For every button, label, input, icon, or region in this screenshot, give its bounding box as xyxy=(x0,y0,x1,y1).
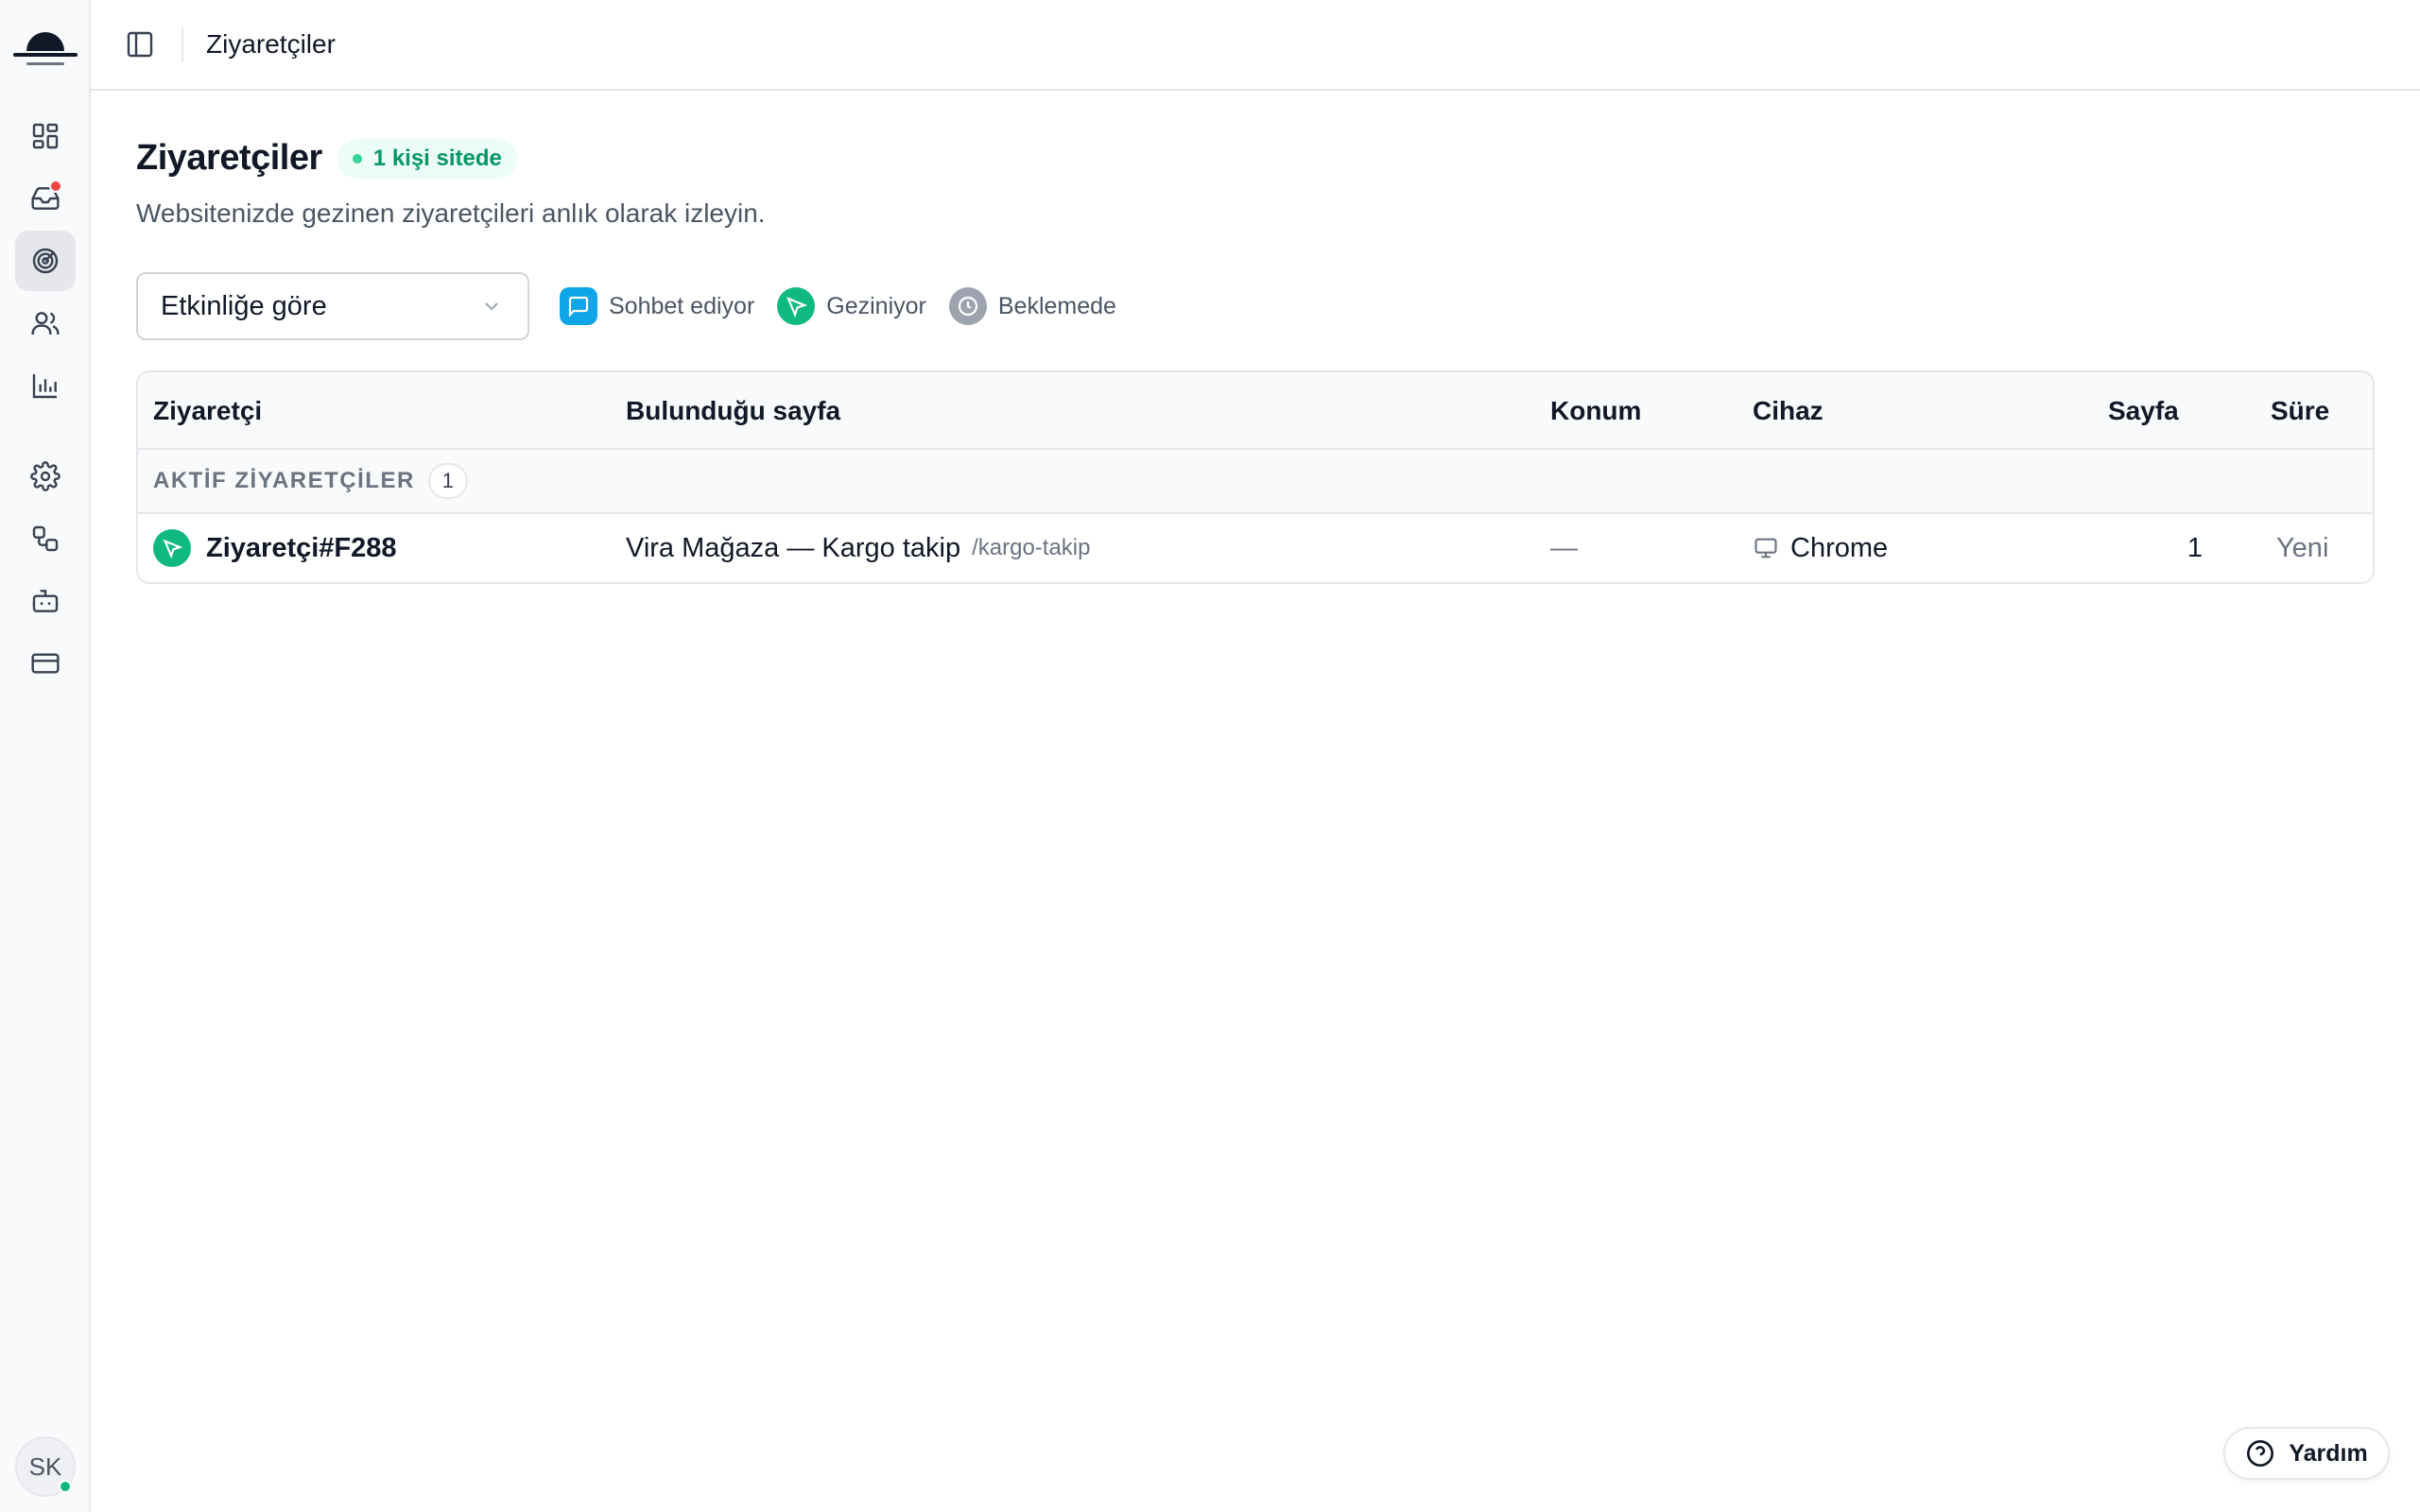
legend-browsing: Geziniyor xyxy=(777,287,926,325)
grid-icon xyxy=(32,123,59,149)
live-visitors-badge: 1 kişi sitede xyxy=(337,138,517,179)
live-badge-label: 1 kişi sitede xyxy=(372,145,502,171)
sort-select-value: Etkinliğe göre xyxy=(161,290,327,321)
nav-integrations[interactable] xyxy=(15,508,76,569)
sort-select[interactable]: Etkinliğe göre xyxy=(136,272,529,340)
live-dot xyxy=(352,153,362,163)
avatar-initials: SK xyxy=(28,1452,62,1481)
column-header-duration[interactable]: Süre xyxy=(2271,372,2329,450)
legend-chatting: Sohbet ediyor xyxy=(560,287,754,325)
device-cell: Chrome xyxy=(1753,514,1888,582)
monitor-icon xyxy=(1754,538,1777,558)
cursor-icon xyxy=(153,529,191,567)
visitors-table: Ziyaretçi Bulunduğu sayfa Konum Cihaz Sa… xyxy=(136,370,2375,584)
device-browser: Chrome xyxy=(1790,532,1889,563)
help-label: Yardım xyxy=(2289,1439,2368,1467)
duration-cell: Yeni xyxy=(2276,532,2329,563)
location-cell: — xyxy=(1550,532,1578,563)
bar-chart-icon xyxy=(32,374,57,399)
page-subtitle: Websitenizde gezinen ziyaretçileri anlık… xyxy=(136,198,766,228)
nav-billing[interactable] xyxy=(15,633,76,694)
credit-card-icon xyxy=(31,653,60,674)
nav-dashboard[interactable] xyxy=(15,106,76,166)
column-header-device[interactable]: Cihaz xyxy=(1753,372,1824,450)
workflow-icon xyxy=(32,525,59,552)
legend-label: Sohbet ediyor xyxy=(609,292,755,319)
table-header: Ziyaretçi Bulunduğu sayfa Konum Cihaz Sa… xyxy=(138,372,2373,450)
cursor-icon xyxy=(777,287,816,325)
divider xyxy=(182,27,183,61)
legend-idle: Beklemede xyxy=(948,287,1116,325)
nav-inbox[interactable] xyxy=(15,168,76,229)
chevron-down-icon xyxy=(485,302,498,311)
online-status-dot xyxy=(59,1480,72,1493)
filter-row: Etkinliğe göre Sohbet ediyor Geziniyor B… xyxy=(136,272,1116,340)
bot-icon xyxy=(32,590,59,612)
legend-label: Geziniyor xyxy=(826,292,926,319)
users-icon xyxy=(31,312,60,335)
column-header-page[interactable]: Bulunduğu sayfa xyxy=(626,372,840,450)
column-header-pages[interactable]: Sayfa xyxy=(2108,372,2179,450)
title-row: Ziyaretçiler 1 kişi sitede xyxy=(136,138,517,179)
page-cell: Vira Mağaza — Kargo takip /kargo-takip xyxy=(626,514,1090,582)
table-row[interactable]: Ziyaretçi#F288 Vira Mağaza — Kargo takip… xyxy=(138,514,2373,582)
message-square-icon xyxy=(560,287,597,325)
sidebar: SK xyxy=(0,0,91,1512)
nav-bot[interactable] xyxy=(15,571,76,631)
group-row-active: AKTİF ZİYARETÇİLER 1 xyxy=(138,450,2373,514)
sidebar-toggle-button[interactable] xyxy=(117,22,163,67)
gear-icon xyxy=(30,461,60,491)
nav-visitors[interactable] xyxy=(15,231,76,291)
column-header-visitor[interactable]: Ziyaretçi xyxy=(153,372,262,450)
notification-dot xyxy=(49,180,62,193)
panel-left-icon xyxy=(127,31,153,58)
visitor-name[interactable]: Ziyaretçi#F288 xyxy=(206,533,397,564)
visitor-cell: Ziyaretçi#F288 xyxy=(153,514,397,582)
app-logo[interactable] xyxy=(13,19,78,72)
nav-settings[interactable] xyxy=(15,446,76,507)
page-title-text: Vira Mağaza — Kargo takip xyxy=(626,532,961,563)
column-header-location[interactable]: Konum xyxy=(1550,372,1641,450)
legend-label: Beklemede xyxy=(997,292,1116,319)
nav-contacts[interactable] xyxy=(15,293,76,353)
user-avatar[interactable]: SK xyxy=(15,1436,76,1497)
clock-icon xyxy=(948,287,987,325)
page-title: Ziyaretçiler xyxy=(136,138,322,178)
help-circle-icon xyxy=(2247,1440,2274,1467)
radar-icon xyxy=(32,248,59,274)
topbar: Ziyaretçiler xyxy=(91,0,2420,91)
help-button[interactable]: Yardım xyxy=(2223,1427,2390,1480)
nav-analytics[interactable] xyxy=(15,355,76,416)
breadcrumb: Ziyaretçiler xyxy=(206,29,336,59)
group-count-badge: 1 xyxy=(427,463,468,499)
page-path: /kargo-takip xyxy=(972,535,1091,560)
pages-cell: 1 xyxy=(2187,532,2203,563)
group-label: AKTİF ZİYARETÇİLER xyxy=(153,468,415,493)
